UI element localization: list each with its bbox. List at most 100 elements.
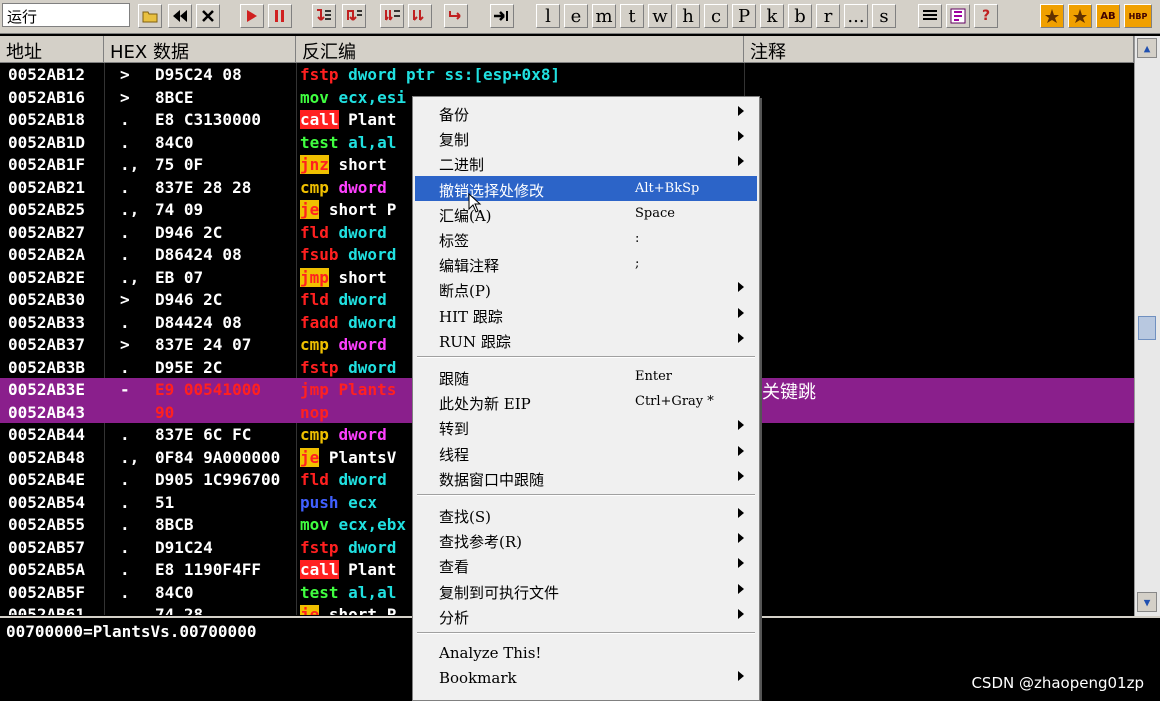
table-row[interactable]: 0052AB12 > D95C24 08 fstp dword ptr ss:[esp… [0, 63, 1134, 86]
submenu-arrow-icon [738, 307, 744, 318]
step-into-icon[interactable] [312, 4, 336, 28]
plugin-hbp-icon[interactable]: HBP [1124, 4, 1152, 28]
toolbar-letter-button[interactable]: l [536, 4, 560, 28]
menu-item[interactable]: 分析 [415, 603, 757, 628]
row-address: 0052AB3B [8, 357, 86, 377]
info-text: 00700000=PlantsVs.00700000 [6, 622, 257, 641]
menu-item[interactable]: 数据窗口中跟随 [415, 465, 757, 490]
row-marker: . [120, 222, 130, 242]
vertical-scrollbar[interactable]: ▲ ▼ [1134, 36, 1160, 616]
row-hex: D946 2C [155, 222, 223, 242]
toolbar-letter-button[interactable]: ... [844, 4, 868, 28]
row-opcode: test [300, 582, 339, 602]
column-headers: 地址 HEX 数据 反汇编 注释 [0, 36, 1134, 63]
toolbar-letter-button[interactable]: h [676, 4, 700, 28]
toolbar-letter-button[interactable]: P [732, 4, 756, 28]
row-operands: dword ptr ss:[esp+0x8] [338, 65, 561, 84]
options-icon[interactable] [946, 4, 970, 28]
menu-item[interactable]: 跟随 Enter [415, 364, 757, 389]
animate-into-icon[interactable] [380, 4, 404, 28]
row-opcode: mov [300, 515, 329, 534]
row-address: 0052AB21 [8, 177, 86, 197]
run-icon[interactable] [240, 4, 264, 28]
menu-item-label: 复制到可执行文件 [439, 583, 560, 602]
row-disasm: cmp dword [300, 335, 412, 354]
toolbar-letter-button[interactable]: e [564, 4, 588, 28]
windows-icon[interactable] [918, 4, 942, 28]
menu-item[interactable]: 查找(S) [415, 502, 757, 527]
menu-item[interactable]: 汇编(A) Space [415, 201, 757, 226]
row-address: 0052AB48 [8, 447, 86, 467]
row-operands: short [328, 155, 387, 174]
menu-item[interactable]: 复制到可执行文件 [415, 578, 757, 603]
menu-item[interactable]: 标签: [415, 226, 757, 251]
help-icon[interactable]: ? [974, 4, 998, 28]
menu-item[interactable]: 线程 [415, 440, 757, 465]
row-address: 0052AB2A [8, 245, 86, 264]
row-opcode: test [300, 132, 339, 152]
execute-till-return-icon[interactable] [444, 4, 468, 28]
row-disasm: jmp Plants [300, 380, 412, 399]
row-opcode: fstp [300, 537, 339, 557]
menu-item[interactable]: 转到 [415, 414, 757, 439]
row-disasm: fstp dword ptr ss:[esp+0x8] [300, 65, 620, 84]
menu-item[interactable]: RUN 跟踪 [415, 327, 757, 352]
pause-icon[interactable] [268, 4, 292, 28]
scroll-up-icon[interactable]: ▲ [1137, 38, 1157, 58]
toolbar-letter-button[interactable]: b [788, 4, 812, 28]
plugin-ab-icon[interactable]: AB [1096, 4, 1120, 28]
mouse-cursor-icon [468, 193, 482, 213]
close-icon[interactable] [196, 4, 220, 28]
menu-item[interactable]: 此处为新 EIP Ctrl+Gray * [415, 389, 757, 414]
toolbar-letter-button[interactable]: k [760, 4, 784, 28]
row-hex: 74 09 [155, 200, 204, 219]
toolbar-letter-button[interactable]: s [872, 4, 896, 28]
row-hex: 8BCE [155, 87, 194, 107]
menu-item[interactable]: 断点(P) [415, 276, 757, 301]
row-opcode: je [300, 200, 320, 219]
menu-item[interactable]: 二进制 [415, 150, 757, 175]
step-over-icon[interactable] [342, 4, 366, 28]
menu-item[interactable]: 查看 [415, 552, 757, 577]
column-header-disasm[interactable]: 反汇编 [296, 36, 744, 63]
scroll-down-icon[interactable]: ▼ [1137, 592, 1157, 612]
goto-icon[interactable] [490, 4, 514, 28]
menu-item-label: 查找参考(R) [439, 533, 522, 552]
row-operands: ecx,ebx [328, 515, 406, 534]
scroll-thumb[interactable] [1138, 316, 1156, 340]
column-header-address[interactable]: 地址 [0, 36, 104, 63]
menu-item[interactable]: 查找参考(R) [415, 527, 757, 552]
row-operands: PlantsV [319, 447, 397, 467]
toolbar-letter-button[interactable]: m [592, 4, 616, 28]
row-marker: . [120, 312, 130, 332]
animate-over-icon[interactable] [408, 4, 432, 28]
row-operands: ecx,esi [328, 87, 406, 107]
toolbar-letter-button[interactable]: r [816, 4, 840, 28]
column-header-hex[interactable]: HEX 数据 [104, 36, 296, 63]
row-opcode: jnz [300, 155, 329, 174]
open-folder-icon[interactable] [138, 4, 162, 28]
menu-item[interactable]: HIT 跟踪 [415, 302, 757, 327]
row-opcode: fld [300, 290, 329, 309]
menu-item[interactable]: Bookmark [415, 665, 757, 690]
restart-icon[interactable] [168, 4, 192, 28]
row-operands: Plant [338, 110, 397, 129]
row-opcode: fsub [300, 245, 339, 264]
plugin-1-icon[interactable] [1040, 4, 1064, 28]
column-header-comment[interactable]: 注释 [744, 36, 1134, 63]
menu-item[interactable]: 复制 [415, 125, 757, 150]
toolbar-letter-button[interactable]: w [648, 4, 672, 28]
menu-item[interactable]: 撤销选择处修改 Alt+BkSp [415, 175, 757, 201]
toolbar-letter-button[interactable]: c [704, 4, 728, 28]
toolbar-letter-button[interactable]: t [620, 4, 644, 28]
menu-item[interactable]: Analyze This! [415, 640, 757, 665]
menu-item[interactable]: 编辑注释; [415, 251, 757, 276]
menu-item-label: 转到 [439, 420, 470, 439]
context-menu: 备份 复制二进制 撤销选择处修改 Alt+BkSp 汇编(A) Space 标签: 编辑注释;… [412, 96, 760, 701]
menu-item-label: 二进制 [439, 156, 485, 175]
menu-item-label: Bookmark [439, 669, 517, 688]
plugin-2-icon[interactable] [1068, 4, 1092, 28]
menu-item[interactable]: 备份 [415, 100, 757, 125]
row-address: 0052AB16 [8, 87, 86, 107]
row-operands: dword [328, 290, 387, 309]
